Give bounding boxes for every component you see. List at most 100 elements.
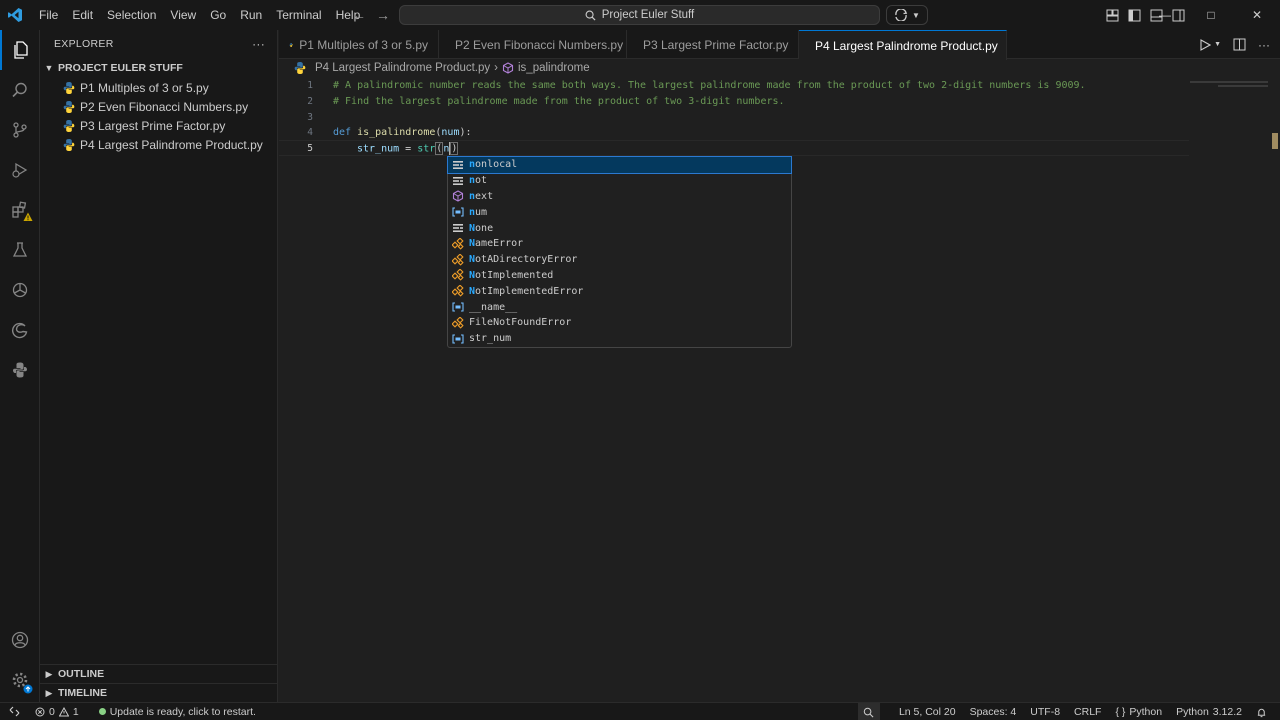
explorer-icon[interactable] xyxy=(0,30,40,70)
accounts-icon[interactable] xyxy=(0,620,40,660)
chevron-right-icon: ▶ xyxy=(45,668,53,679)
line-number: 3 xyxy=(307,111,313,123)
navigation-arrows: ← → xyxy=(352,0,390,30)
chatgpt-icon[interactable] xyxy=(0,270,40,310)
back-arrow-icon[interactable]: ← xyxy=(352,7,366,23)
interpreter-language: Python xyxy=(1176,706,1209,718)
file-name: P1 Multiples of 3 or 5.py xyxy=(80,80,209,95)
file-item-p3[interactable]: P3 Largest Prime Factor.py xyxy=(40,116,277,135)
timeline-label: TIMELINE xyxy=(58,687,107,699)
python-interpreter[interactable]: Python 3.12.2 xyxy=(1169,703,1249,720)
more-actions-icon[interactable]: ··· xyxy=(252,37,265,51)
suggestion-item[interactable]: NotADirectoryError xyxy=(448,252,791,268)
warning-icon xyxy=(58,706,69,716)
customize-layout-icon[interactable] xyxy=(1106,9,1119,22)
keyword-icon xyxy=(451,175,465,187)
settings-gear-icon[interactable] xyxy=(0,660,40,700)
search-icon[interactable] xyxy=(0,70,40,110)
suggestion-item[interactable]: NotImplemented xyxy=(448,268,791,284)
menu-selection[interactable]: Selection xyxy=(100,0,163,30)
notifications-bell-icon[interactable] xyxy=(1249,703,1274,720)
source-control-icon[interactable] xyxy=(0,110,40,150)
more-actions-icon[interactable]: ··· xyxy=(1258,38,1270,52)
suggestion-item[interactable]: str_num xyxy=(448,331,791,347)
chevron-down-icon: ▼ xyxy=(912,10,920,20)
tab-p4[interactable]: P4 Largest Palindrome Product.py xyxy=(799,30,1007,60)
run-debug-icon[interactable] xyxy=(0,150,40,190)
testing-icon[interactable] xyxy=(0,230,40,270)
suggestion-item[interactable]: n ot xyxy=(448,173,791,189)
tab-label: P1 Multiples of 3 or 5.py xyxy=(299,37,428,52)
suggestion-text: one xyxy=(475,222,494,234)
outline-section[interactable]: ▶ OUTLINE xyxy=(40,664,278,683)
outline-label: OUTLINE xyxy=(58,668,105,680)
class-icon xyxy=(451,269,465,282)
suggestion-item[interactable]: n um xyxy=(448,204,791,220)
language-mode[interactable]: { } Python xyxy=(1108,703,1169,720)
cursor-position[interactable]: Ln 5, Col 20 xyxy=(892,703,963,720)
line-number: 4 xyxy=(307,126,313,138)
maximize-icon[interactable]: □ xyxy=(1188,0,1234,30)
menu-go[interactable]: Go xyxy=(203,0,233,30)
timeline-section[interactable]: ▶ TIMELINE xyxy=(40,683,278,702)
edge-icon[interactable] xyxy=(0,310,40,350)
file-item-p4[interactable]: P4 Largest Palindrome Product.py xyxy=(40,135,277,154)
zoom-icon[interactable] xyxy=(857,703,880,720)
suggestion-text: ext xyxy=(475,190,494,202)
update-notice[interactable]: Update is ready, click to restart. xyxy=(92,703,263,720)
code-text: str_num = str(n) xyxy=(357,141,459,155)
suggestion-item[interactable]: NameError xyxy=(448,236,791,252)
suggestion-item[interactable]: __name__ xyxy=(448,299,791,315)
suggestion-item[interactable]: n ext xyxy=(448,189,791,205)
suggestion-item[interactable]: None xyxy=(448,220,791,236)
encoding[interactable]: UTF-8 xyxy=(1023,703,1067,720)
minimap-line xyxy=(1190,81,1268,83)
tab-p1[interactable]: P1 Multiples of 3 or 5.py xyxy=(279,30,439,59)
tab-label: P4 Largest Palindrome Product.py xyxy=(815,38,998,53)
punct-token: ): xyxy=(459,126,472,138)
suggestion-text: onlocal xyxy=(475,159,518,171)
toggle-primary-sidebar-icon[interactable] xyxy=(1128,9,1141,22)
forward-arrow-icon[interactable]: → xyxy=(376,7,390,23)
close-icon[interactable]: ✕ xyxy=(1234,0,1280,30)
indentation[interactable]: Spaces: 4 xyxy=(963,703,1024,720)
remote-indicator[interactable] xyxy=(0,703,28,720)
file-name: P4 Largest Palindrome Product.py xyxy=(80,137,263,152)
copilot-button[interactable]: ▼ xyxy=(886,5,928,25)
suggestion-item[interactable]: NotImplementedError xyxy=(448,283,791,299)
python-icon[interactable] xyxy=(0,350,40,390)
copilot-icon xyxy=(895,9,908,21)
class-icon xyxy=(451,237,465,250)
suggestion-item[interactable]: n onlocal xyxy=(447,156,792,174)
breadcrumb-symbol[interactable]: is_palindrome xyxy=(518,62,590,74)
menu-run[interactable]: Run xyxy=(233,0,269,30)
file-item-p1[interactable]: P1 Multiples of 3 or 5.py xyxy=(40,78,277,97)
end-of-line[interactable]: CRLF xyxy=(1067,703,1108,720)
menu-terminal[interactable]: Terminal xyxy=(269,0,328,30)
menu-bar: File Edit Selection View Go Run Terminal… xyxy=(32,0,367,30)
update-text: Update is ready, click to restart. xyxy=(109,705,256,718)
run-file-icon[interactable] xyxy=(1199,38,1212,51)
suggestion-item[interactable]: FileNotFoundError xyxy=(448,315,791,331)
chevron-down-icon[interactable]: ▼ xyxy=(1214,41,1221,48)
python-file-icon xyxy=(63,81,75,94)
menu-edit[interactable]: Edit xyxy=(65,0,100,30)
suggestion-text: __name__ xyxy=(469,301,518,313)
menu-file[interactable]: File xyxy=(32,0,65,30)
warning-icon xyxy=(23,212,33,221)
problems-indicator[interactable]: 0 1 xyxy=(28,703,86,720)
window-controls: — □ ✕ xyxy=(1142,0,1280,30)
extensions-icon[interactable] xyxy=(0,190,40,230)
builtin-token: str xyxy=(417,143,436,154)
tab-p3[interactable]: P3 Largest Prime Factor.py xyxy=(627,30,799,59)
variable-icon xyxy=(451,301,465,313)
warning-count: 1 xyxy=(72,705,79,718)
minimize-icon[interactable]: — xyxy=(1142,0,1188,30)
file-item-p2[interactable]: P2 Even Fibonacci Numbers.py xyxy=(40,97,277,116)
breadcrumb-file[interactable]: P4 Largest Palindrome Product.py xyxy=(315,62,490,74)
tab-p2[interactable]: P2 Even Fibonacci Numbers.py xyxy=(439,30,627,59)
menu-view[interactable]: View xyxy=(163,0,203,30)
split-editor-icon[interactable] xyxy=(1233,38,1246,51)
project-folder-header[interactable]: ▼ PROJECT EULER STUFF xyxy=(40,58,277,78)
command-center-search[interactable]: Project Euler Stuff xyxy=(399,5,880,25)
